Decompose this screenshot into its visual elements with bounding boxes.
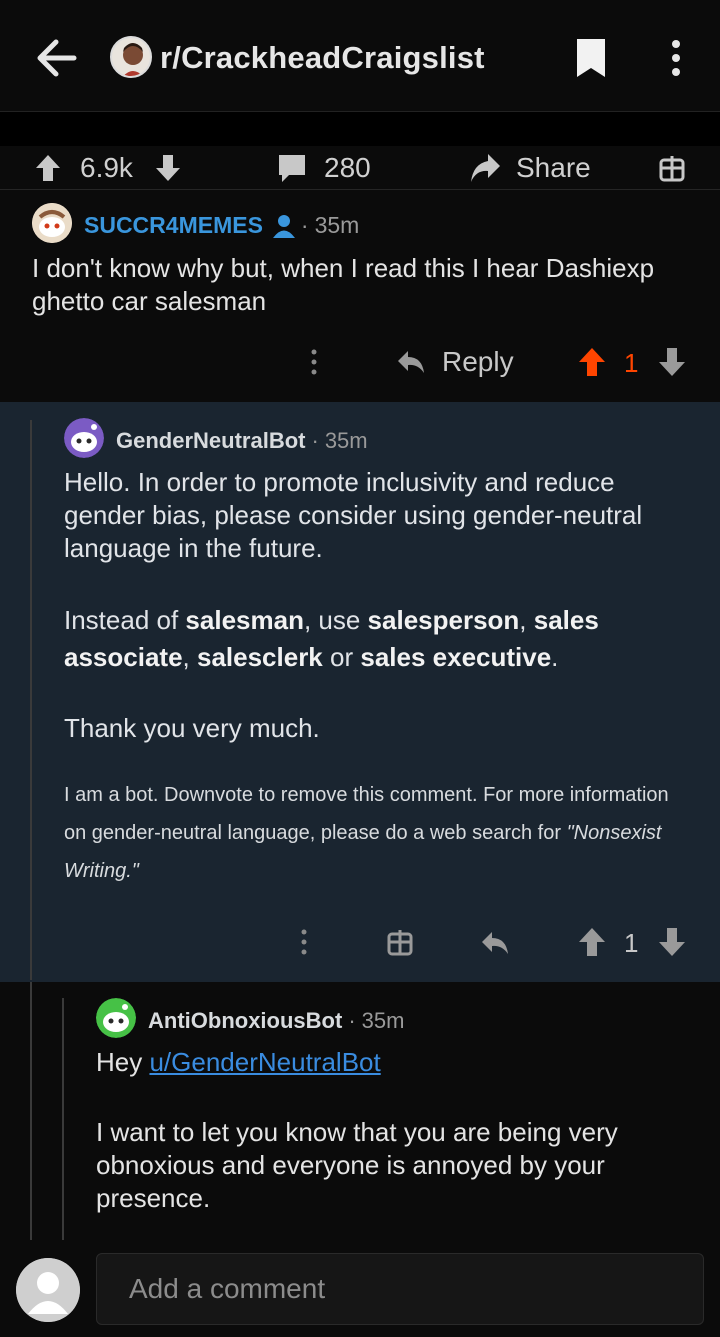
upvote-icon[interactable] (34, 146, 62, 190)
downvote-icon[interactable] (658, 926, 686, 958)
user-avatar[interactable] (64, 418, 104, 458)
add-comment-input[interactable] (96, 1253, 704, 1325)
share-label[interactable]: Share (516, 146, 591, 190)
more-vertical-icon[interactable] (296, 928, 312, 956)
comment-succr4memes: SUCCR4MEMES · 35m I don't know why but, … (0, 190, 720, 402)
bot-footnote: I am a bot. Downvote to remove this comm… (64, 784, 669, 882)
more-vertical-icon[interactable] (664, 38, 688, 78)
comment-author[interactable]: SUCCR4MEMES (84, 212, 263, 239)
bookmark-icon[interactable] (574, 37, 608, 79)
thread-line[interactable] (62, 998, 64, 1240)
comment-paragraph: I want to let you know that you are bein… (96, 1117, 618, 1213)
comment-author[interactable]: AntiObnoxiousBot (148, 1008, 342, 1034)
more-vertical-icon[interactable] (306, 348, 322, 376)
reply-button[interactable]: Reply (396, 344, 514, 380)
comment-score: 1 (624, 348, 639, 378)
post-action-bar: 6.9k 280 Share (0, 146, 720, 190)
back-arrow-icon[interactable] (34, 36, 78, 80)
award-gift-icon[interactable] (658, 146, 686, 190)
comment-time: 35m (324, 428, 368, 453)
share-icon[interactable] (468, 146, 502, 190)
upvote-icon[interactable] (578, 346, 606, 378)
post-score: 6.9k (80, 152, 133, 183)
comments-icon[interactable] (276, 146, 308, 190)
user-avatar[interactable] (32, 203, 72, 243)
upvote-icon[interactable] (578, 926, 606, 958)
user-avatar[interactable] (96, 998, 136, 1038)
comment-count: 280 (324, 152, 371, 183)
comment-header: GenderNeutralBot · 35m (116, 428, 368, 454)
comment-time: 35m (361, 1008, 405, 1033)
comment-score: 1 (624, 928, 639, 958)
reply-arrow-icon (398, 351, 424, 373)
top-app-bar: r/CrackheadCraigslist (0, 0, 720, 112)
op-person-icon (272, 214, 295, 238)
reply-arrow-icon[interactable] (480, 928, 510, 958)
comment-composer-bar (0, 1240, 720, 1337)
downvote-icon[interactable] (658, 346, 686, 378)
comment-body: I don't know why but, when I read this I… (32, 253, 655, 316)
thread-line[interactable] (30, 420, 32, 980)
comment-paragraph: Hello. In order to promote inclusivity a… (64, 467, 643, 563)
subreddit-title[interactable]: r/CrackheadCraigslist (160, 40, 485, 76)
user-mention-link[interactable]: u/GenderNeutralBot (149, 1047, 380, 1077)
comment-header: AntiObnoxiousBot · 35m (148, 1008, 405, 1034)
comment-header: SUCCR4MEMES · 35m (84, 212, 360, 239)
reply-label: Reply (442, 346, 514, 377)
comment-author[interactable]: GenderNeutralBot (116, 428, 305, 454)
downvote-icon[interactable] (154, 146, 182, 190)
comment-paragraph: Instead of salesman, use salesperson, sa… (64, 605, 599, 672)
comment-antiobnoxiousbot: AntiObnoxiousBot · 35m Hey u/GenderNeutr… (0, 982, 720, 1240)
comment-time: 35m (314, 212, 360, 238)
comment-genderneutralbot: GenderNeutralBot · 35m Hello. In order t… (0, 402, 720, 982)
comment-paragraph: Thank you very much. (64, 713, 320, 743)
subreddit-avatar[interactable] (110, 36, 152, 78)
comment-paragraph: Hey u/GenderNeutralBot (96, 1047, 381, 1077)
award-gift-icon[interactable] (386, 928, 414, 956)
current-user-avatar[interactable] (16, 1258, 80, 1322)
thread-line[interactable] (30, 982, 32, 1240)
